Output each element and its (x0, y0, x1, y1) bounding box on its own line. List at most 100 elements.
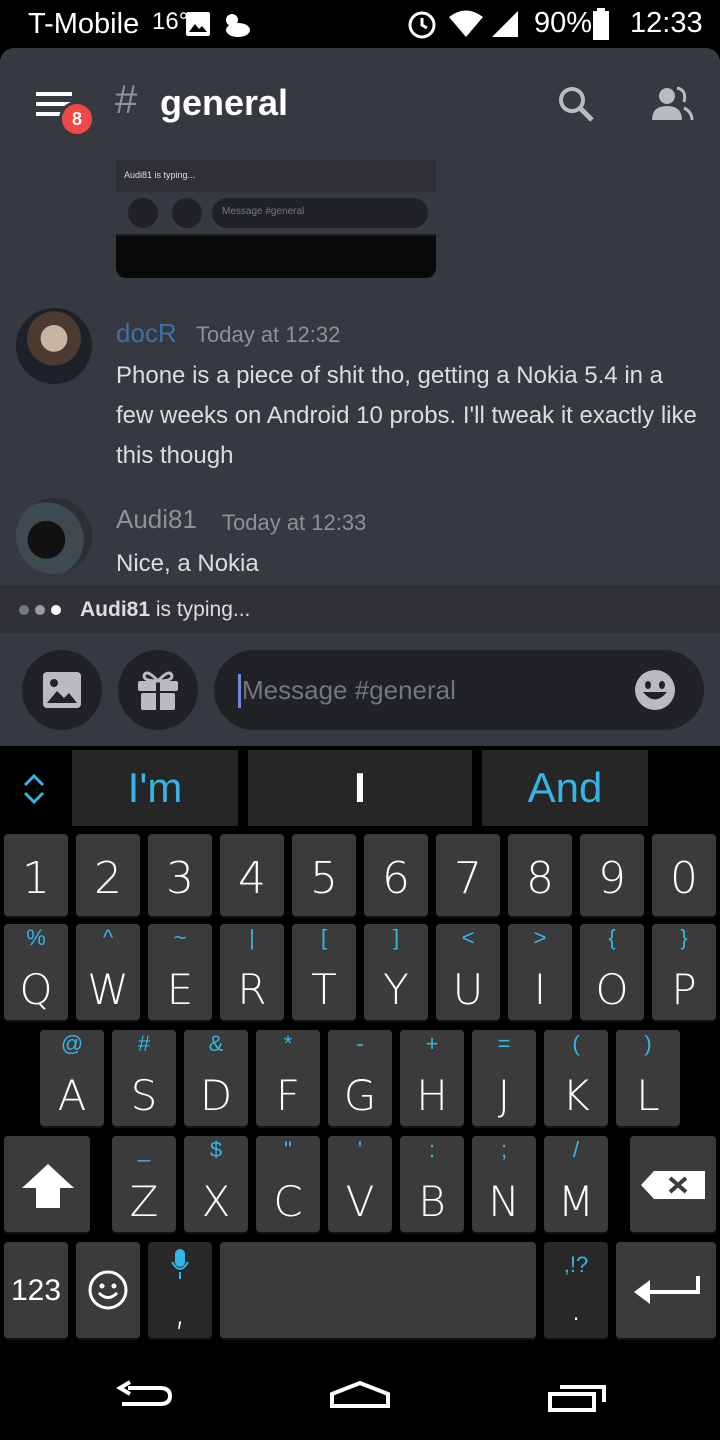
numbers-key[interactable]: 123 (4, 1242, 68, 1338)
key-label: P (671, 965, 697, 1014)
key-label: 1 (22, 853, 50, 904)
typing-dots-icon (19, 605, 61, 615)
key-b[interactable]: :B (400, 1136, 464, 1232)
key-p[interactable]: } P (652, 924, 716, 1020)
search-icon[interactable] (556, 84, 596, 124)
key-alt-label: = (497, 1031, 511, 1056)
enter-key[interactable] (616, 1242, 716, 1338)
period-key[interactable]: ,!? . (544, 1242, 608, 1338)
space-key[interactable] (220, 1242, 536, 1338)
key-q[interactable]: % Q (4, 924, 68, 1020)
members-icon[interactable] (650, 84, 694, 124)
home-icon[interactable] (328, 1380, 392, 1410)
attach-image-button[interactable] (22, 650, 102, 730)
key-f[interactable]: * F (256, 1030, 320, 1126)
key-label: A (57, 1071, 87, 1120)
key-m[interactable]: / M (544, 1136, 608, 1232)
key-u[interactable]: < U (436, 924, 500, 1020)
key-alt-label: ; (500, 1137, 508, 1162)
message-input[interactable]: Message #general (214, 650, 704, 730)
gift-icon (138, 671, 178, 710)
key-a[interactable]: @ A (40, 1030, 104, 1126)
key-y[interactable]: ] Y (364, 924, 428, 1020)
key-v[interactable]: ' V (328, 1136, 392, 1232)
recents-icon[interactable] (546, 1380, 610, 1412)
key-9[interactable]: 9 (580, 834, 644, 916)
key-label: O (595, 965, 629, 1014)
key-2[interactable]: 2 (76, 834, 140, 916)
key-label: 2 (94, 853, 122, 904)
message-author[interactable]: Audi81 (116, 504, 197, 535)
key-label: Q (19, 965, 53, 1014)
clock: 12:33 (630, 7, 703, 39)
microphone-icon (171, 1249, 189, 1279)
key-label: B (418, 1177, 446, 1226)
key-c[interactable]: " C (256, 1136, 320, 1232)
key-0[interactable]: 0 (652, 834, 716, 916)
key-6[interactable]: 6 (364, 834, 428, 916)
message-list[interactable]: Audi81 is typing... Message #general doc… (0, 160, 720, 585)
message-text: Phone is a piece of shit tho, getting a … (116, 362, 697, 469)
key-j[interactable]: = J (472, 1030, 536, 1126)
avatar[interactable] (16, 498, 92, 574)
key-d[interactable]: & D (184, 1030, 248, 1126)
key-x[interactable]: $ X (184, 1136, 248, 1232)
back-icon[interactable] (114, 1380, 174, 1412)
avatar[interactable] (16, 308, 92, 384)
key-s[interactable]: # S (112, 1030, 176, 1126)
key-e[interactable]: ~ E (148, 924, 212, 1020)
key-label: Y (383, 965, 409, 1014)
menu-button[interactable]: 8 (34, 88, 95, 137)
key-g[interactable]: -G (328, 1030, 392, 1126)
key-z[interactable]: _ Z (112, 1136, 176, 1232)
smiley-icon (88, 1270, 128, 1310)
key-i[interactable]: > I (508, 924, 572, 1020)
key-alt-label: ] (392, 925, 400, 950)
suggestion-1[interactable]: I'm (72, 750, 238, 826)
message-item[interactable]: docR Today at 12:32 Phone is a piece of … (0, 286, 720, 486)
key-1[interactable]: 1 (4, 834, 68, 916)
key-label: M (557, 1177, 595, 1226)
key-label: 9 (598, 853, 626, 904)
key-h[interactable]: + H (400, 1030, 464, 1126)
key-4[interactable]: 4 (220, 834, 284, 916)
key-label: G (343, 1071, 377, 1120)
backspace-key[interactable] (630, 1136, 716, 1232)
key-label: N (488, 1177, 520, 1226)
key-r[interactable]: | R (220, 924, 284, 1020)
gift-button[interactable] (118, 650, 198, 730)
message-item[interactable]: Audi81 Today at 12:33 Nice, a Nokia (0, 480, 720, 585)
notification-badge: 8 (59, 101, 95, 137)
attachment-image[interactable]: Audi81 is typing... Message #general (116, 160, 436, 278)
battery-percent: 90% (534, 7, 593, 39)
message-author[interactable]: docR (116, 318, 177, 349)
key-label: H (416, 1071, 448, 1120)
key-8[interactable]: 8 (508, 834, 572, 916)
suggestion-3[interactable]: And (482, 750, 648, 826)
key-w[interactable]: ^ W (76, 924, 140, 1020)
key-k[interactable]: (K (544, 1030, 608, 1126)
message-text: Nice, a Nokia (116, 550, 259, 577)
key-label: I (533, 965, 547, 1014)
key-7[interactable]: 7 (436, 834, 500, 916)
shift-key[interactable] (4, 1136, 90, 1232)
key-label: 0 (670, 853, 698, 904)
weather-icon (226, 14, 250, 37)
comma-key[interactable]: , (148, 1242, 212, 1338)
emoji-key[interactable] (76, 1242, 140, 1338)
key-label: 5 (310, 853, 338, 904)
key-5[interactable]: 5 (292, 834, 356, 916)
key-3[interactable]: 3 (148, 834, 212, 916)
expand-suggestions-icon[interactable] (22, 772, 46, 806)
shift-icon (22, 1164, 74, 1208)
key-alt-label: + (425, 1031, 439, 1056)
key-l[interactable]: ) L (616, 1030, 680, 1126)
key-t[interactable]: [T (292, 924, 356, 1020)
key-n[interactable]: ; N (472, 1136, 536, 1232)
emoji-icon[interactable] (634, 669, 676, 711)
key-o[interactable]: {O (580, 924, 644, 1020)
suggestion-2[interactable]: I (248, 750, 472, 826)
typing-suffix: is typing... (150, 598, 251, 621)
status-bar: T-Mobile 16° 90% 12:33 (0, 0, 720, 48)
key-label: T (311, 965, 337, 1014)
